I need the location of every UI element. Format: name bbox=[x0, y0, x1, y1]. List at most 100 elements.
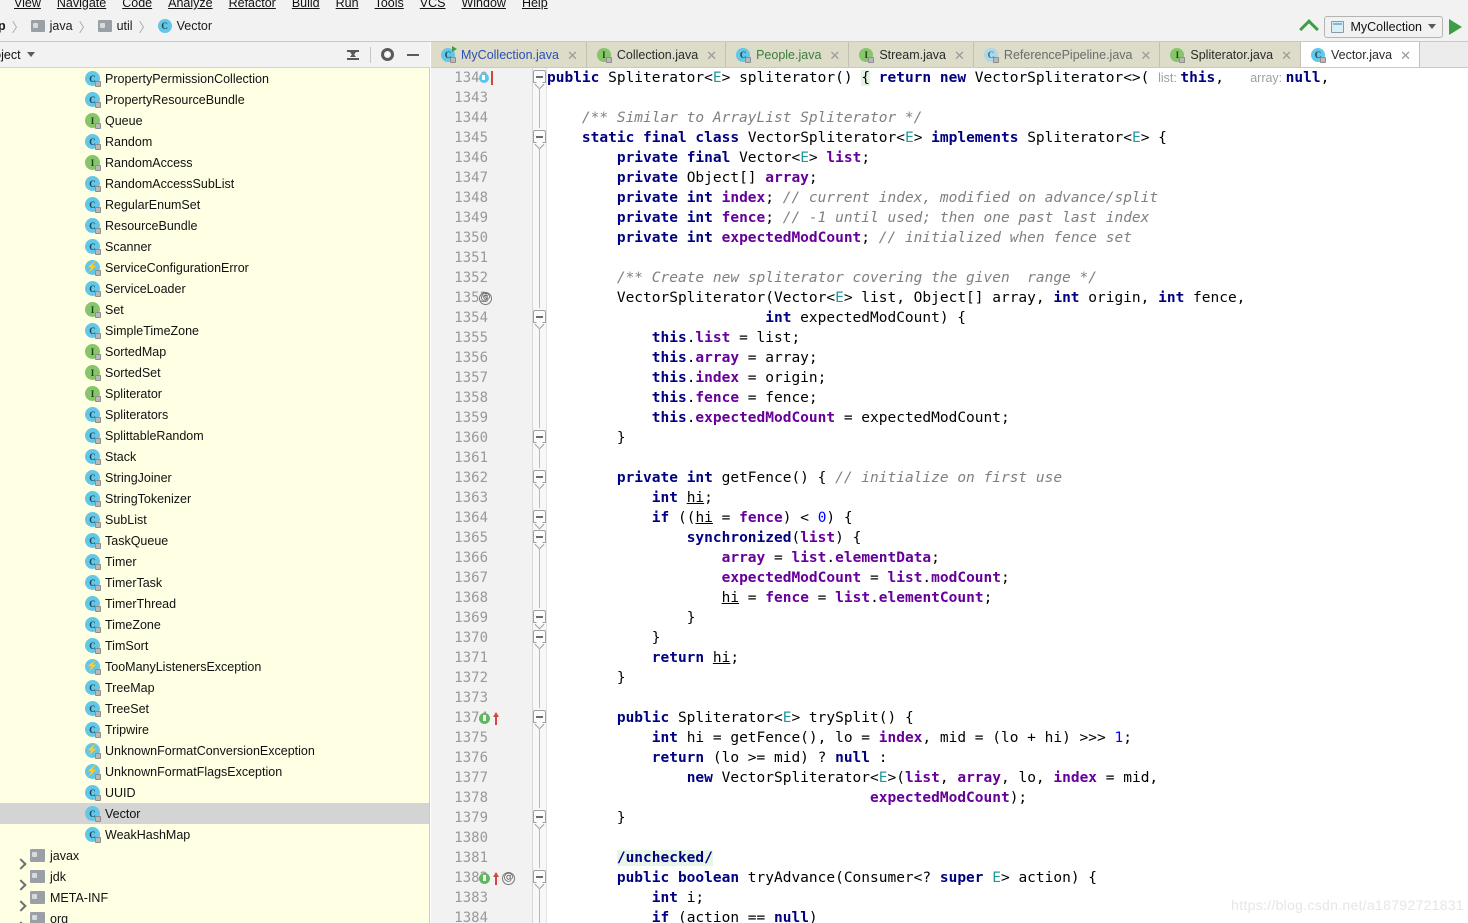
menu-item-run[interactable]: Run bbox=[328, 0, 367, 11]
fold-row[interactable] bbox=[533, 388, 546, 408]
gutter-row[interactable]: 1372 bbox=[431, 668, 532, 688]
fold-row[interactable] bbox=[533, 108, 546, 128]
fold-row[interactable] bbox=[533, 608, 546, 630]
menu-item-window[interactable]: Window bbox=[453, 0, 513, 11]
fold-collapse-icon[interactable] bbox=[533, 530, 546, 550]
close-icon[interactable]: ✕ bbox=[827, 49, 840, 62]
tree-item[interactable]: C TreeSet bbox=[0, 698, 429, 719]
project-view-chevron-icon[interactable] bbox=[26, 52, 35, 57]
fold-row[interactable] bbox=[533, 148, 546, 168]
fold-row[interactable] bbox=[533, 268, 546, 288]
close-icon[interactable]: ✕ bbox=[704, 49, 717, 62]
breadcrumb-item-p[interactable]: p bbox=[0, 19, 8, 33]
code-line[interactable]: array = list.elementData; bbox=[547, 548, 1468, 568]
code-line[interactable]: synchronized(list) { bbox=[547, 528, 1468, 548]
gutter-row[interactable]: 1369 bbox=[431, 608, 532, 628]
gutter-row[interactable]: 1352 bbox=[431, 268, 532, 288]
project-tool-title[interactable]: roject bbox=[0, 48, 35, 62]
tree-item[interactable]: C ResourceBundle bbox=[0, 215, 429, 236]
gutter-row[interactable]: 1362 bbox=[431, 468, 532, 488]
breadcrumb-item-vector[interactable]: C Vector bbox=[156, 19, 214, 33]
fold-row[interactable] bbox=[533, 748, 546, 768]
code-line[interactable] bbox=[547, 448, 1468, 468]
tree-item[interactable]: ⚡ UnknownFormatFlagsException bbox=[0, 761, 429, 782]
fold-row[interactable] bbox=[533, 408, 546, 428]
fold-collapse-icon[interactable] bbox=[533, 70, 546, 90]
editor-tab[interactable]: I Spliterator.java ✕ bbox=[1160, 42, 1301, 67]
code-line[interactable]: public boolean tryAdvance(Consumer<? sup… bbox=[547, 868, 1468, 888]
fold-row[interactable] bbox=[533, 828, 546, 848]
gutter-row[interactable]: 1378 bbox=[431, 788, 532, 808]
gutter-row[interactable]: 1381 bbox=[431, 848, 532, 868]
code-line[interactable]: /unchecked/ bbox=[547, 848, 1468, 868]
breadcrumb[interactable]: p 〉 java 〉 util 〉 C Vector bbox=[0, 17, 214, 36]
gutter-row[interactable]: 1351 bbox=[431, 248, 532, 268]
gutter-row[interactable]: 1384 bbox=[431, 908, 532, 923]
tree-item[interactable]: I SortedSet bbox=[0, 362, 429, 383]
code-line[interactable]: } bbox=[547, 428, 1468, 448]
editor-tab[interactable]: I Stream.java ✕ bbox=[849, 42, 974, 67]
tree-item[interactable]: C Scanner bbox=[0, 236, 429, 257]
fold-row[interactable] bbox=[533, 808, 546, 830]
implementing-method-icon[interactable] bbox=[479, 872, 490, 884]
fold-row[interactable] bbox=[533, 228, 546, 248]
code-line[interactable]: this.fence = fence; bbox=[547, 388, 1468, 408]
gutter-row[interactable]: 1364 bbox=[431, 508, 532, 528]
menu-item-code[interactable]: Code bbox=[114, 0, 160, 11]
menu-item-help[interactable]: Help bbox=[514, 0, 556, 11]
gutter-row[interactable]: 1376 bbox=[431, 748, 532, 768]
tree-item[interactable]: C ServiceLoader bbox=[0, 278, 429, 299]
fold-row[interactable] bbox=[533, 308, 546, 330]
code-line[interactable] bbox=[547, 828, 1468, 848]
fold-row[interactable] bbox=[533, 508, 546, 530]
fold-row[interactable] bbox=[533, 208, 546, 228]
editor-tab[interactable]: C MyCollection.java ✕ bbox=[431, 42, 587, 67]
menu-item-analyze[interactable]: Analyze bbox=[160, 0, 220, 11]
code-line[interactable]: int hi; bbox=[547, 488, 1468, 508]
fold-row[interactable] bbox=[533, 528, 546, 550]
tree-item[interactable]: C StringJoiner bbox=[0, 467, 429, 488]
gutter-row[interactable]: 1382 @ bbox=[431, 868, 532, 888]
code-line[interactable]: VectorSpliterator(Vector<E> list, Object… bbox=[547, 288, 1468, 308]
code-line[interactable]: int expectedModCount) { bbox=[547, 308, 1468, 328]
gutter-row[interactable]: 1365 bbox=[431, 528, 532, 548]
fold-row[interactable] bbox=[533, 888, 546, 908]
menu-item-vcs[interactable]: VCS bbox=[412, 0, 454, 11]
fold-collapse-icon[interactable] bbox=[533, 310, 546, 330]
code-folding-strip[interactable] bbox=[533, 68, 547, 923]
code-line[interactable]: private int getFence() { // initialize o… bbox=[547, 468, 1468, 488]
code-line[interactable]: } bbox=[547, 628, 1468, 648]
gutter-row[interactable]: 1363 bbox=[431, 488, 532, 508]
gutter-row[interactable]: 1340 bbox=[431, 68, 532, 88]
fold-row[interactable] bbox=[533, 588, 546, 608]
gutter-row[interactable]: 1375 bbox=[431, 728, 532, 748]
fold-row[interactable] bbox=[533, 788, 546, 808]
menu-item-navigate[interactable]: Navigate bbox=[49, 0, 114, 11]
fold-row[interactable] bbox=[533, 488, 546, 508]
implementing-method-icon[interactable] bbox=[479, 712, 490, 724]
fold-row[interactable] bbox=[533, 688, 546, 708]
fold-collapse-icon[interactable] bbox=[533, 630, 546, 650]
tree-item[interactable]: I Queue bbox=[0, 110, 429, 131]
fold-row[interactable] bbox=[533, 668, 546, 688]
breakpoint-icon[interactable] bbox=[479, 73, 489, 83]
fold-row[interactable] bbox=[533, 848, 546, 868]
collapse-all-icon[interactable] bbox=[342, 44, 364, 66]
code-line[interactable]: return hi; bbox=[547, 648, 1468, 668]
fold-row[interactable] bbox=[533, 868, 546, 890]
code-line[interactable]: } bbox=[547, 668, 1468, 688]
gutter-row[interactable]: 1348 bbox=[431, 188, 532, 208]
code-line[interactable]: if ((hi = fence) < 0) { bbox=[547, 508, 1468, 528]
fold-row[interactable] bbox=[533, 288, 546, 308]
tree-item[interactable]: C RegularEnumSet bbox=[0, 194, 429, 215]
code-line[interactable]: this.expectedModCount = expectedModCount… bbox=[547, 408, 1468, 428]
fold-row[interactable] bbox=[533, 68, 546, 90]
code-line[interactable]: private Object[] array; bbox=[547, 168, 1468, 188]
fold-row[interactable] bbox=[533, 168, 546, 188]
fold-row[interactable] bbox=[533, 368, 546, 388]
overriding-method-icon[interactable] bbox=[492, 711, 500, 725]
gutter-row[interactable]: 1373 bbox=[431, 688, 532, 708]
fold-row[interactable] bbox=[533, 448, 546, 468]
project-tree-panel[interactable]: C PropertyPermissionCollection C PropertyRe… bbox=[0, 68, 430, 923]
overriding-method-icon[interactable] bbox=[492, 871, 500, 885]
